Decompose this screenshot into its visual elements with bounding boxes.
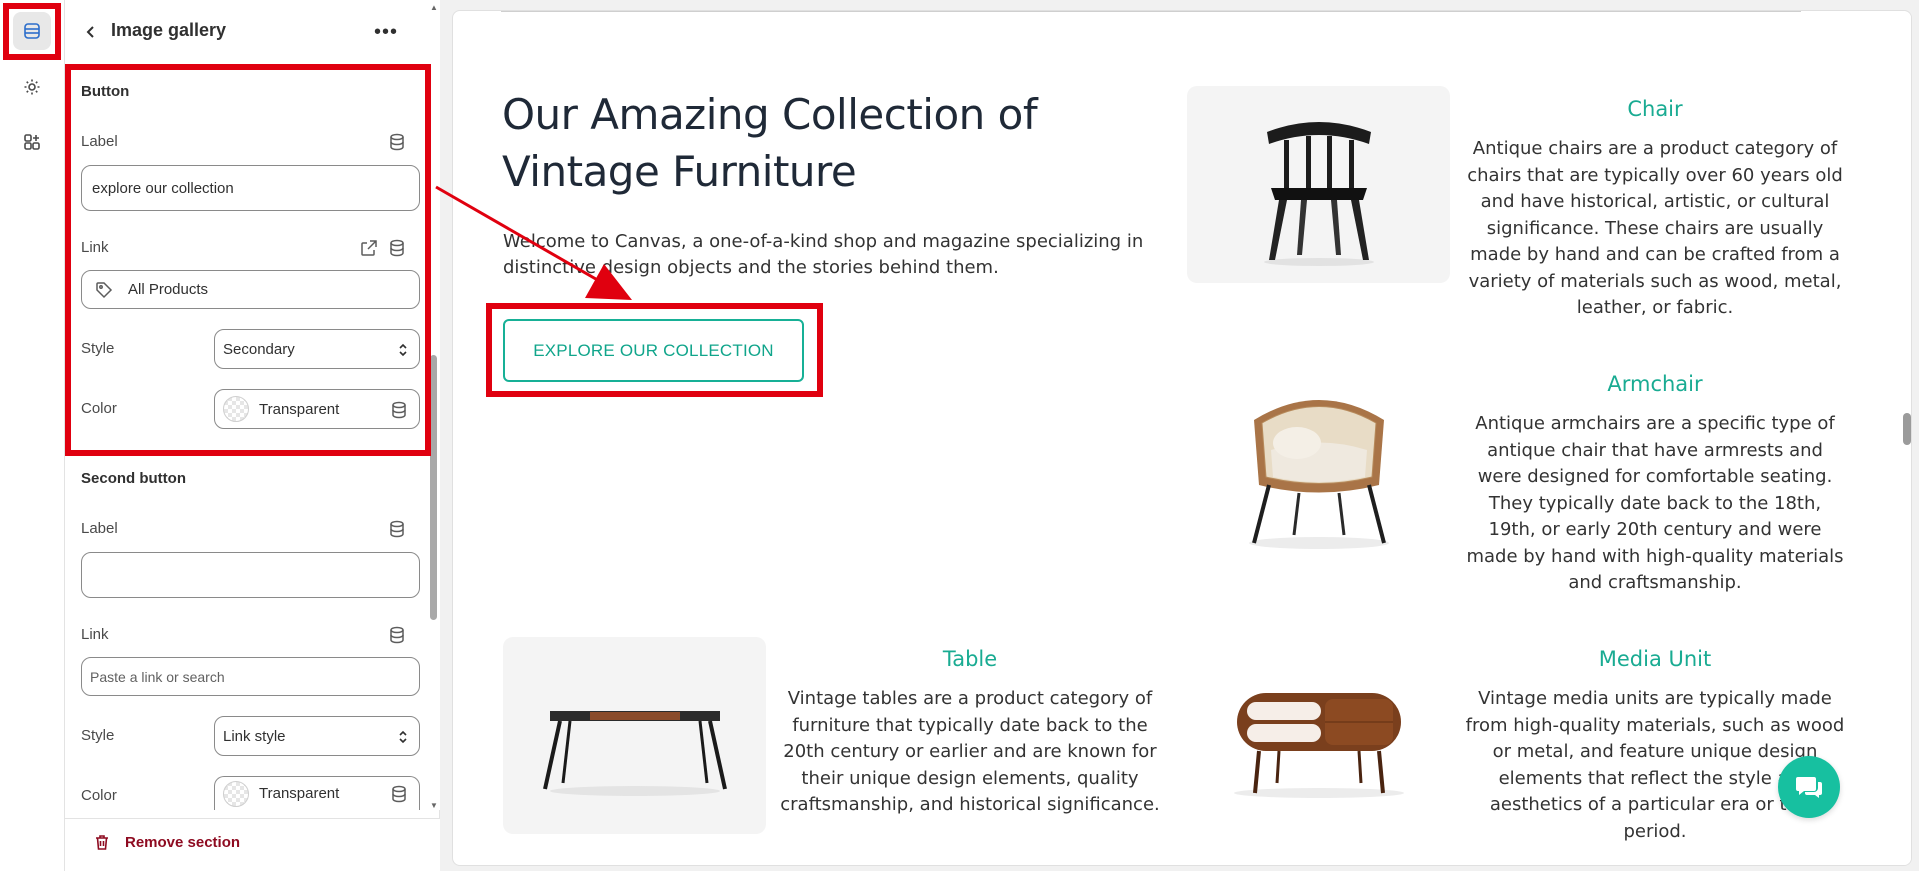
second-button-section-title: Second button (81, 470, 186, 487)
trash-icon (96, 835, 108, 850)
hero-heading: Our Amazing Collection of Vintage Furnit… (502, 90, 1038, 196)
second-color-caption: Color (81, 787, 117, 804)
second-link-input[interactable]: Paste a link or search (81, 657, 420, 696)
settings-icon[interactable] (13, 68, 51, 106)
feature-title-chair: Chair (1627, 97, 1683, 121)
feature-title-media-unit: Media Unit (1598, 647, 1712, 671)
divider (501, 11, 1801, 12)
second-style-value: Link style (223, 727, 286, 745)
second-style-select[interactable]: Link style (214, 716, 420, 756)
second-label-caption: Label (81, 520, 118, 537)
database-icon[interactable] (387, 519, 407, 539)
hero-intro: Welcome to Canvas, a one-of-a-kind shop … (503, 231, 1144, 278)
feature-text-chair: Antique chairs are a product category of… (1467, 138, 1843, 318)
scroll-up-arrow-icon[interactable]: ▲ (429, 4, 439, 12)
feature-text-table: Vintage tables are a product category of… (780, 688, 1160, 815)
armchair-illustration (1248, 399, 1389, 549)
annotation-box-rail (3, 3, 61, 60)
remove-section-button[interactable]: Remove section (93, 833, 240, 851)
table-image (503, 637, 766, 834)
back-chevron-icon[interactable] (77, 18, 105, 46)
chat-bubble-icon (1796, 777, 1822, 798)
preview-scroll-thumb[interactable] (1903, 413, 1911, 445)
chair-illustration (1263, 121, 1374, 266)
select-chevron-icon (399, 730, 407, 744)
scroll-down-arrow-icon[interactable]: ▼ (429, 802, 439, 810)
transparent-swatch (223, 780, 249, 807)
second-label-input[interactable] (81, 552, 420, 598)
preview-canvas: Our Amazing Collection of Vintage Furnit… (452, 10, 1912, 866)
panel-footer: Remove section (65, 818, 440, 871)
armchair-image (1187, 361, 1450, 558)
database-icon[interactable] (387, 625, 407, 645)
second-color-select[interactable]: Transparent (214, 776, 420, 810)
remove-section-label: Remove section (125, 833, 241, 851)
second-color-value: Transparent (259, 785, 340, 802)
feature-title-armchair: Armchair (1607, 372, 1703, 396)
annotation-box-cta (486, 303, 823, 397)
database-icon[interactable] (389, 784, 409, 804)
more-options-button[interactable]: ••• (370, 18, 402, 46)
feature-text-armchair: Antique armchairs are a specific type of… (1466, 413, 1844, 593)
apps-icon[interactable] (13, 123, 51, 161)
chat-button[interactable] (1778, 756, 1840, 818)
panel-title: Image gallery (111, 20, 227, 40)
table-illustration (542, 710, 727, 796)
chair-image (1187, 86, 1450, 283)
feature-title-table: Table (942, 647, 998, 671)
media-unit-illustration (1233, 692, 1404, 798)
annotation-box-button-settings (65, 64, 431, 456)
second-link-caption: Link (81, 626, 109, 643)
media-unit-image (1187, 637, 1450, 834)
panel-scroll-thumb[interactable] (430, 355, 437, 620)
second-style-caption: Style (81, 727, 115, 744)
left-rail (0, 0, 65, 871)
